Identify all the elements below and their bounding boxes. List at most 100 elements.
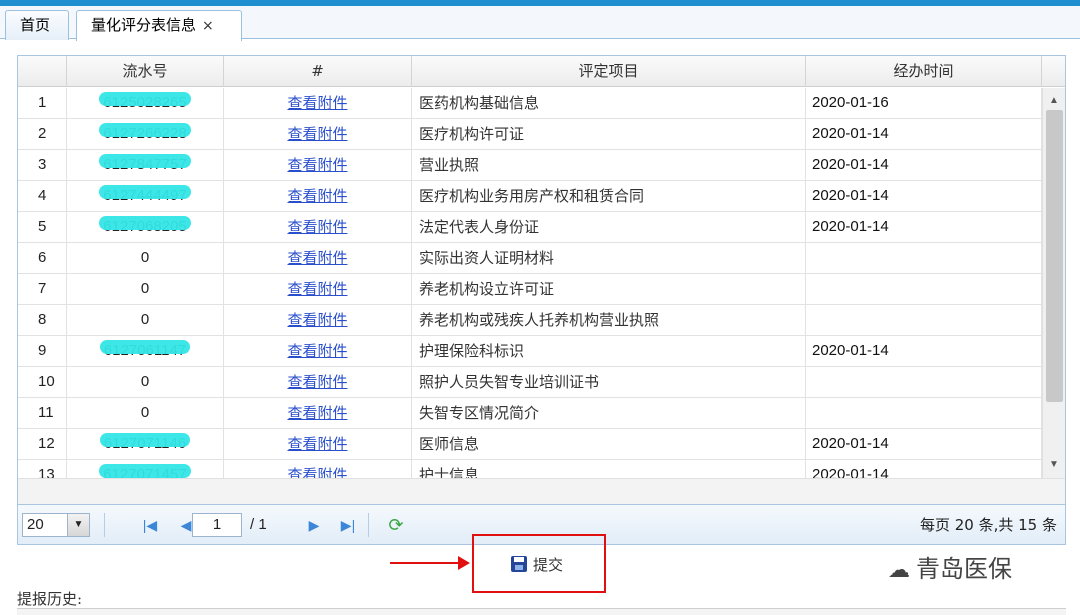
table-row[interactable]: 1 6125028265 查看附件 医药机构基础信息 2020-01-16: [18, 88, 1042, 119]
page-size-select[interactable]: 20 ▼: [22, 513, 90, 537]
next-page-icon[interactable]: ▶: [302, 513, 326, 537]
grid-header: 流水号 # 评定项目 经办时间: [18, 56, 1065, 87]
row-index: 13: [18, 460, 67, 478]
view-attachment-link[interactable]: 查看附件: [287, 187, 347, 205]
close-icon[interactable]: ×: [202, 18, 214, 34]
pager-divider: [368, 513, 369, 537]
watermark: ☁ 青岛医保: [888, 549, 1012, 584]
history-grid-header: [17, 608, 1066, 615]
row-index: 5: [18, 212, 67, 242]
row-item: 护士信息: [412, 460, 806, 478]
annotation-highlight-box: 提交: [472, 534, 606, 593]
serial-value: 0: [140, 311, 150, 328]
table-row[interactable]: 9 6127061147 查看附件 护理保险科标识 2020-01-14: [18, 336, 1042, 367]
last-page-icon[interactable]: ▶|: [336, 513, 360, 537]
serial-value: 6127847757: [99, 150, 192, 180]
scroll-down-icon[interactable]: ▼: [1043, 456, 1065, 474]
row-index: 2: [18, 119, 67, 149]
view-attachment-link[interactable]: 查看附件: [287, 342, 347, 360]
table-row[interactable]: 12 6127071146 查看附件 医师信息 2020-01-14: [18, 429, 1042, 460]
row-index: 9: [18, 336, 67, 366]
tab-quant-score-label: 量化评分表信息: [91, 16, 197, 34]
table-row[interactable]: 2 6127266228 查看附件 医疗机构许可证 2020-01-14: [18, 119, 1042, 150]
view-attachment-link[interactable]: 查看附件: [287, 125, 347, 143]
row-date: [806, 398, 1042, 428]
row-attachment: 查看附件: [224, 243, 412, 273]
row-date: 2020-01-14: [806, 460, 1042, 478]
serial-value: 6127068205: [99, 212, 192, 242]
row-index: 12: [18, 429, 67, 459]
table-row[interactable]: 3 6127847757 查看附件 营业执照 2020-01-14: [18, 150, 1042, 181]
view-attachment-link[interactable]: 查看附件: [287, 218, 347, 236]
header-item[interactable]: 评定项目: [412, 56, 806, 87]
row-date: 2020-01-14: [806, 181, 1042, 211]
row-attachment: 查看附件: [224, 119, 412, 149]
row-serial: 6127061147: [67, 336, 224, 366]
view-attachment-link[interactable]: 查看附件: [287, 466, 347, 478]
row-item: 医疗机构业务用房产权和租赁合同: [412, 181, 806, 211]
header-date[interactable]: 经办时间: [806, 56, 1042, 87]
vertical-scrollbar[interactable]: ▲ ▼: [1042, 88, 1065, 478]
serial-value: 6127266228: [99, 119, 192, 149]
row-item: 护理保险科标识: [412, 336, 806, 366]
tab-quant-score[interactable]: 量化评分表信息 ×: [76, 10, 242, 41]
pager-divider: [104, 513, 105, 537]
scrollbar-thumb[interactable]: [1046, 110, 1063, 402]
header-attachment[interactable]: #: [224, 56, 412, 87]
first-page-icon[interactable]: |◀: [138, 513, 162, 537]
row-serial: 6127071457: [67, 460, 224, 478]
watermark-text: 青岛医保: [916, 555, 1012, 583]
scroll-up-icon[interactable]: ▲: [1043, 92, 1065, 110]
row-attachment: 查看附件: [224, 429, 412, 459]
row-index: 3: [18, 150, 67, 180]
header-serial[interactable]: 流水号: [67, 56, 224, 87]
row-item: 养老机构设立许可证: [412, 274, 806, 304]
row-date: 2020-01-14: [806, 119, 1042, 149]
view-attachment-link[interactable]: 查看附件: [287, 435, 347, 453]
row-item: 法定代表人身份证: [412, 212, 806, 242]
row-attachment: 查看附件: [224, 88, 412, 118]
chevron-down-icon[interactable]: ▼: [67, 514, 89, 536]
view-attachment-link[interactable]: 查看附件: [287, 280, 347, 298]
row-date: [806, 367, 1042, 397]
total-pages: / 1: [250, 516, 267, 533]
grid-body: 1 6125028265 查看附件 医药机构基础信息 2020-01-16 2 612726…: [18, 88, 1042, 478]
serial-value: 6127071146: [99, 429, 191, 459]
submit-button[interactable]: 提交: [511, 553, 563, 577]
table-row[interactable]: 8 0 查看附件 养老机构或残疾人托养机构营业执照: [18, 305, 1042, 336]
table-row[interactable]: 7 0 查看附件 养老机构设立许可证: [18, 274, 1042, 305]
tab-home[interactable]: 首页: [5, 10, 69, 40]
history-label: 提报历史:: [17, 590, 83, 608]
serial-value: 0: [140, 280, 150, 297]
view-attachment-link[interactable]: 查看附件: [287, 404, 347, 422]
refresh-icon[interactable]: ⟳: [384, 513, 408, 537]
view-attachment-link[interactable]: 查看附件: [287, 249, 347, 267]
row-date: 2020-01-14: [806, 212, 1042, 242]
table-row[interactable]: 5 6127068205 查看附件 法定代表人身份证 2020-01-14: [18, 212, 1042, 243]
row-index: 10: [18, 367, 67, 397]
table-row[interactable]: 13 6127071457 查看附件 护士信息 2020-01-14: [18, 460, 1042, 478]
row-item: 失智专区情况简介: [412, 398, 806, 428]
table-row[interactable]: 11 0 查看附件 失智专区情况简介: [18, 398, 1042, 429]
serial-value: 6125028265: [99, 88, 192, 118]
table-row[interactable]: 10 0 查看附件 照护人员失智专业培训证书: [18, 367, 1042, 398]
view-attachment-link[interactable]: 查看附件: [287, 373, 347, 391]
row-item: 医师信息: [412, 429, 806, 459]
view-attachment-link[interactable]: 查看附件: [287, 156, 347, 174]
row-date: 2020-01-14: [806, 429, 1042, 459]
table-row[interactable]: 6 0 查看附件 实际出资人证明材料: [18, 243, 1042, 274]
row-index: 8: [18, 305, 67, 335]
grid-footer-spacer: [18, 478, 1065, 504]
save-disk-icon: [511, 556, 527, 572]
current-page-input[interactable]: 1: [192, 513, 242, 537]
page-size-value: 20: [27, 516, 44, 533]
view-attachment-link[interactable]: 查看附件: [287, 311, 347, 329]
row-date: [806, 305, 1042, 335]
serial-value: 6127444497: [99, 181, 192, 211]
annotation-arrow-head: [458, 556, 470, 570]
view-attachment-link[interactable]: 查看附件: [287, 94, 347, 112]
table-row[interactable]: 4 6127444497 查看附件 医疗机构业务用房产权和租赁合同 2020-01-14: [18, 181, 1042, 212]
row-serial: 6127068205: [67, 212, 224, 242]
row-index: 4: [18, 181, 67, 211]
row-item: 营业执照: [412, 150, 806, 180]
